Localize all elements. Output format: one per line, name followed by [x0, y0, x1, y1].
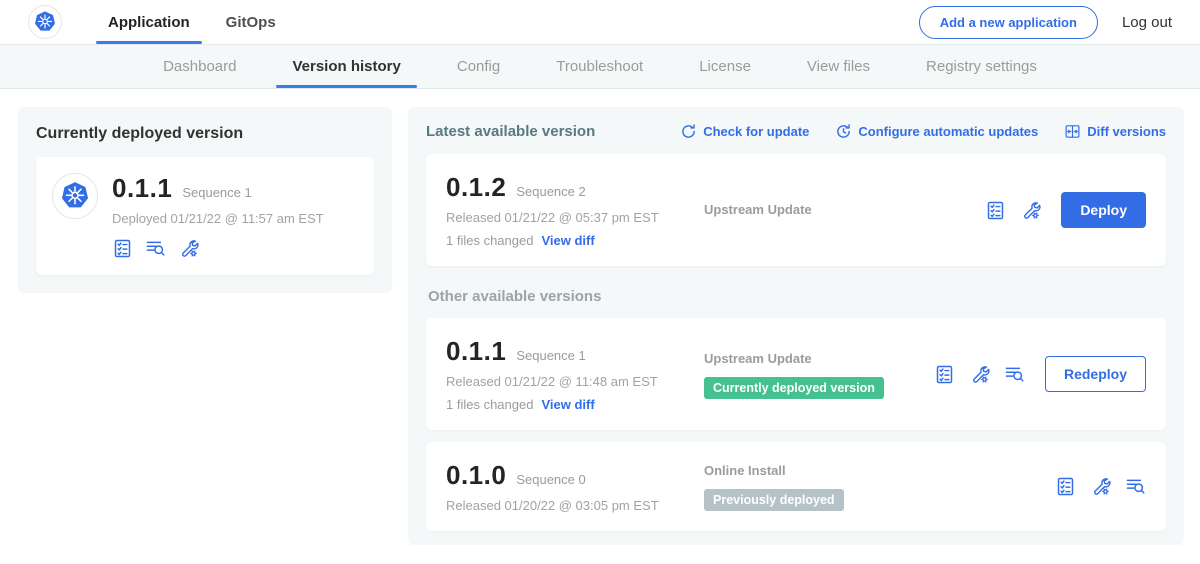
clock-refresh-icon: [835, 123, 852, 140]
files-changed: 1 files changed: [446, 397, 533, 412]
tab-application-label: Application: [108, 14, 190, 31]
released-timestamp: Released 01/21/22 @ 11:48 am EST: [446, 374, 704, 389]
config-checklist-icon[interactable]: [112, 238, 133, 259]
version-source: Upstream Update: [704, 202, 812, 217]
logout-link[interactable]: Log out: [1122, 14, 1172, 31]
diff-versions-link[interactable]: Diff versions: [1064, 123, 1166, 140]
diff-icon: [1064, 123, 1081, 140]
version-sequence: Sequence 2: [516, 184, 585, 199]
version-sequence: Sequence 1: [516, 348, 585, 363]
deployed-version-number: 0.1.1: [112, 173, 172, 204]
tab-gitops-label: GitOps: [226, 14, 276, 31]
version-sequence: Sequence 0: [516, 472, 585, 487]
subnav-version-history[interactable]: Version history: [264, 45, 428, 88]
refresh-icon: [680, 123, 697, 140]
subnav-dashboard[interactable]: Dashboard: [135, 45, 264, 88]
check-for-update-link[interactable]: Check for update: [680, 123, 809, 140]
files-changed: 1 files changed: [446, 233, 533, 248]
top-bar: Application GitOps Add a new application…: [0, 0, 1200, 45]
deployed-sequence: Sequence 1: [182, 185, 251, 200]
subnav-license[interactable]: License: [671, 45, 779, 88]
deployed-panel-title: Currently deployed version: [36, 125, 374, 143]
configure-automatic-updates-link[interactable]: Configure automatic updates: [835, 123, 1038, 140]
config-checklist-icon[interactable]: [934, 364, 955, 385]
currently-deployed-panel: Currently deployed version 0.1.1 Sequenc…: [18, 107, 392, 293]
subnav-view-files[interactable]: View files: [779, 45, 898, 88]
subnav-registry-settings[interactable]: Registry settings: [898, 45, 1065, 88]
kubernetes-logo-icon: [28, 5, 62, 39]
version-row-0-1-1: 0.1.1 Sequence 1 Released 01/21/22 @ 11:…: [426, 318, 1166, 430]
subnav-troubleshoot[interactable]: Troubleshoot: [528, 45, 671, 88]
config-checklist-icon[interactable]: [985, 200, 1006, 221]
version-source: Upstream Update: [704, 351, 812, 366]
version-number: 0.1.0: [446, 460, 506, 491]
other-versions-header: Other available versions: [428, 288, 1166, 305]
version-history-panel: Latest available version Check for updat…: [408, 107, 1184, 545]
view-diff-link[interactable]: View diff: [541, 233, 594, 248]
config-checklist-icon[interactable]: [1055, 476, 1076, 497]
previously-deployed-badge: Previously deployed: [704, 489, 844, 511]
page-subnav: Dashboard Version history Config Trouble…: [0, 45, 1200, 89]
add-application-button[interactable]: Add a new application: [919, 6, 1098, 39]
version-source: Online Install: [704, 463, 786, 478]
subnav-config[interactable]: Config: [429, 45, 528, 88]
troubleshoot-wrench-icon[interactable]: [1020, 200, 1041, 221]
version-number: 0.1.2: [446, 172, 506, 203]
version-row-0-1-2: 0.1.2 Sequence 2 Released 01/21/22 @ 05:…: [426, 154, 1166, 266]
deployed-version-card: 0.1.1 Sequence 1 Deployed 01/21/22 @ 11:…: [36, 157, 374, 275]
troubleshoot-wrench-icon[interactable]: [178, 238, 199, 259]
troubleshoot-wrench-icon[interactable]: [969, 364, 990, 385]
latest-version-header: Latest available version: [426, 123, 595, 140]
released-timestamp: Released 01/21/22 @ 05:37 pm EST: [446, 210, 704, 225]
view-files-icon[interactable]: [1004, 364, 1025, 385]
version-row-0-1-0: 0.1.0 Sequence 0 Released 01/20/22 @ 03:…: [426, 442, 1166, 531]
redeploy-button[interactable]: Redeploy: [1045, 356, 1146, 392]
version-number: 0.1.1: [446, 336, 506, 367]
released-timestamp: Released 01/20/22 @ 03:05 pm EST: [446, 498, 704, 513]
deploy-button[interactable]: Deploy: [1061, 192, 1146, 228]
view-diff-link[interactable]: View diff: [541, 397, 594, 412]
view-files-icon[interactable]: [1125, 476, 1146, 497]
tab-application[interactable]: Application: [90, 0, 208, 44]
view-files-icon[interactable]: [145, 238, 166, 259]
app-kubernetes-icon: [52, 173, 98, 219]
currently-deployed-badge: Currently deployed version: [704, 377, 884, 399]
troubleshoot-wrench-icon[interactable]: [1090, 476, 1111, 497]
app-tabs: Application GitOps: [90, 0, 294, 44]
tab-gitops[interactable]: GitOps: [208, 0, 294, 44]
deployed-timestamp: Deployed 01/21/22 @ 11:57 am EST: [112, 211, 324, 226]
